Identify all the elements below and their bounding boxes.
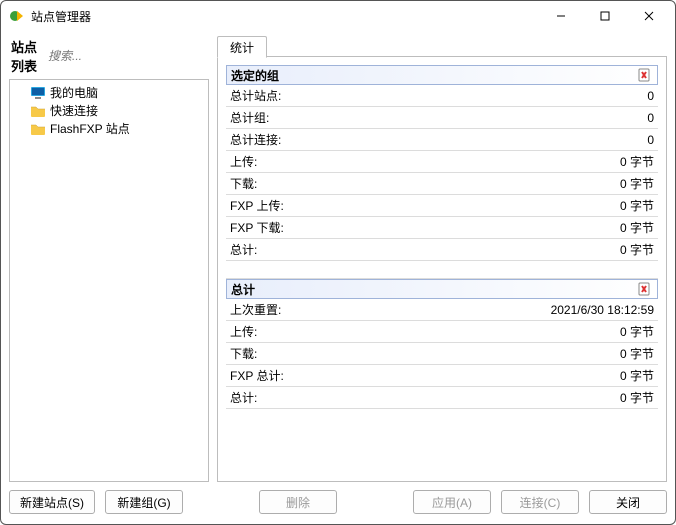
folder-icon [30,103,46,119]
section-title: 选定的组 [231,67,637,84]
connect-button[interactable]: 连接(C) [501,490,579,514]
stat-key: FXP 上传: [226,195,356,217]
monitor-icon [30,85,46,101]
app-icon [9,8,25,24]
tree-item-flashfxp-sites[interactable]: FlashFXP 站点 [12,120,206,138]
table-row: 下载:0 字节 [226,173,658,195]
stat-value: 0 [356,107,658,129]
sidebar-header: 站点列表 [9,35,209,79]
table-row: 总计组:0 [226,107,658,129]
new-site-button[interactable]: 新建站点(S) [9,490,95,514]
stat-key: 总计: [226,387,356,409]
sidebar-title: 站点列表 [11,37,40,75]
button-label: 连接(C) [520,494,561,511]
stat-value: 0 字节 [356,387,658,409]
stat-value: 0 字节 [356,195,658,217]
button-label: 应用(A) [432,494,472,511]
stat-key: 上次重置: [226,299,356,321]
site-tree[interactable]: 我的电脑 快速连接 FlashFXP 站点 [9,79,209,482]
stat-key: FXP 总计: [226,365,356,387]
table-row: 总计:0 字节 [226,239,658,261]
table-row: 上传:0 字节 [226,321,658,343]
stat-value: 0 字节 [356,343,658,365]
clear-selected-group-button[interactable] [637,67,653,83]
stat-value: 0 字节 [356,217,658,239]
stat-key: 上传: [226,151,356,173]
stat-key: 总计站点: [226,85,356,107]
stat-key: 下载: [226,173,356,195]
table-row: FXP 下载:0 字节 [226,217,658,239]
section-title: 总计 [231,281,637,298]
window-title: 站点管理器 [31,8,91,25]
tab-label: 统计 [230,41,254,55]
search-input[interactable] [46,48,207,64]
close-button[interactable] [627,1,671,31]
tree-twisty [14,121,26,137]
table-row: 下载:0 字节 [226,343,658,365]
button-label: 删除 [286,494,310,511]
apply-button[interactable]: 应用(A) [413,490,491,514]
stat-value: 0 字节 [356,365,658,387]
table-row: FXP 总计:0 字节 [226,365,658,387]
stat-key: 上传: [226,321,356,343]
tree-twisty [14,85,26,101]
footer: 新建站点(S) 新建组(G) 删除 应用(A) 连接(C) 关闭 [1,484,675,524]
table-row: 上传:0 字节 [226,151,658,173]
maximize-button[interactable] [583,1,627,31]
tab-statistics[interactable]: 统计 [217,36,267,58]
stat-key: 总计组: [226,107,356,129]
section-header-total: 总计 [226,279,658,299]
stat-value: 0 字节 [356,321,658,343]
table-row: 总计:0 字节 [226,387,658,409]
stat-value: 0 字节 [356,239,658,261]
clear-total-button[interactable] [637,281,653,297]
tabstrip: 统计 [217,35,667,57]
stat-value: 0 [356,129,658,151]
table-row: 总计连接:0 [226,129,658,151]
stat-value: 0 [356,85,658,107]
selected-group-table: 总计站点:0 总计组:0 总计连接:0 上传:0 字节 下载:0 字节 FXP … [226,85,658,279]
minimize-button[interactable] [539,1,583,31]
tree-item-my-computer[interactable]: 我的电脑 [12,84,206,102]
button-label: 新建组(G) [117,494,170,511]
close-dialog-button[interactable]: 关闭 [589,490,667,514]
table-row: 总计站点:0 [226,85,658,107]
button-label: 新建站点(S) [20,494,84,511]
tree-item-label: 快速连接 [50,103,98,119]
stat-value: 0 字节 [356,151,658,173]
tree-item-label: 我的电脑 [50,85,98,101]
total-table: 上次重置:2021/6/30 18:12:59 上传:0 字节 下载:0 字节 … [226,299,658,409]
folder-icon [30,121,46,137]
table-row: FXP 上传:0 字节 [226,195,658,217]
tree-item-label: FlashFXP 站点 [50,121,130,137]
stat-value: 0 字节 [356,173,658,195]
delete-button[interactable]: 删除 [259,490,337,514]
tree-item-quick-connect[interactable]: 快速连接 [12,102,206,120]
stats-panel: 选定的组 总计站点:0 总计组:0 总计连接:0 上传:0 字节 下载:0 字节… [217,57,667,482]
stat-key: FXP 下载: [226,217,356,239]
button-label: 关闭 [616,494,640,511]
stat-key: 总计: [226,239,356,261]
table-row: 上次重置:2021/6/30 18:12:59 [226,299,658,321]
section-header-selected-group: 选定的组 [226,65,658,85]
new-group-button[interactable]: 新建组(G) [105,490,183,514]
stat-value: 2021/6/30 18:12:59 [356,299,658,321]
stat-key: 下载: [226,343,356,365]
titlebar: 站点管理器 [1,1,675,31]
tree-twisty [14,103,26,119]
stat-key: 总计连接: [226,129,356,151]
